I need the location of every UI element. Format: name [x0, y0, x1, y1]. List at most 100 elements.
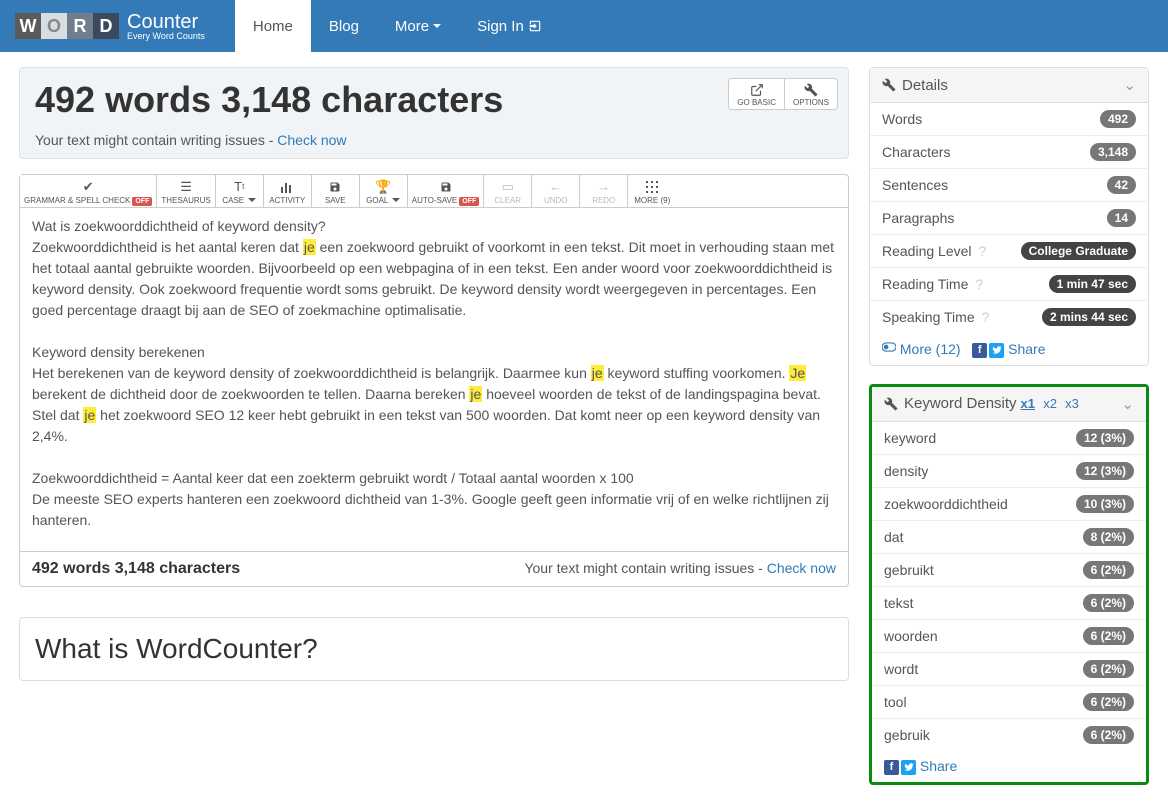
word-char-count: 492 words 3,148 characters: [35, 80, 833, 120]
more-link[interactable]: More (12): [900, 341, 961, 357]
autosave-button[interactable]: AUTO-SAVEOFF: [408, 175, 485, 207]
about-panel: What is WordCounter?: [19, 617, 849, 681]
facebook-icon[interactable]: f: [884, 760, 899, 775]
kd-row: density12 (3%): [872, 455, 1146, 488]
nav-more[interactable]: More: [377, 0, 459, 52]
kd-word: density: [884, 463, 928, 479]
kd-header[interactable]: Keyword Density x1 x2 x3 ⌄: [872, 387, 1146, 422]
count-header: 492 words 3,148 characters GO BASIC OPTI…: [19, 67, 849, 159]
external-icon: [750, 83, 764, 97]
kd-row: wordt6 (2%): [872, 653, 1146, 686]
kd-title: Keyword Density: [904, 395, 1017, 412]
check-now-link[interactable]: Check now: [767, 560, 836, 576]
kd-x3[interactable]: x3: [1065, 396, 1079, 411]
details-label: Reading Level ?: [882, 243, 986, 259]
kd-row: keyword12 (3%): [872, 422, 1146, 455]
keyword-density-panel: Keyword Density x1 x2 x3 ⌄ keyword12 (3%…: [869, 384, 1149, 785]
case-button[interactable]: TtCASE: [216, 175, 264, 207]
facebook-icon[interactable]: f: [972, 343, 987, 358]
wrench-icon: [804, 83, 818, 97]
share-link[interactable]: Share: [1008, 341, 1045, 357]
kd-row: dat8 (2%): [872, 521, 1146, 554]
kd-value-badge: 12 (3%): [1076, 429, 1134, 447]
kd-word: gebruikt: [884, 562, 934, 578]
kd-share-row: f Share: [872, 751, 1146, 782]
save-button[interactable]: SAVE: [312, 175, 360, 207]
editor-toolbar: ✔GRAMMAR & SPELL CHECKOFF ☰THESAURUS TtC…: [19, 174, 849, 207]
details-value-badge: 1 min 47 sec: [1049, 275, 1136, 293]
editor-paragraph: Keyword density berekenen: [32, 342, 836, 363]
kd-value-badge: 6 (2%): [1083, 726, 1134, 744]
kd-value-badge: 6 (2%): [1083, 660, 1134, 678]
details-label: Speaking Time ?: [882, 309, 989, 325]
help-icon[interactable]: ?: [975, 276, 983, 292]
details-label: Sentences: [882, 177, 948, 193]
details-label: Reading Time ?: [882, 276, 983, 292]
case-icon: Tt: [234, 179, 244, 195]
grammar-check-button[interactable]: ✔GRAMMAR & SPELL CHECKOFF: [20, 175, 157, 207]
kd-row: woorden6 (2%): [872, 620, 1146, 653]
more-button[interactable]: MORE (9): [628, 175, 676, 207]
details-value-badge: College Graduate: [1021, 242, 1136, 260]
kd-row: tool6 (2%): [872, 686, 1146, 719]
logo-letter: W: [15, 13, 41, 39]
kd-x1[interactable]: x1: [1021, 396, 1035, 411]
signin-icon: [528, 19, 542, 33]
goal-button[interactable]: 🏆GOAL: [360, 175, 408, 207]
trophy-icon: 🏆: [375, 179, 391, 195]
help-icon[interactable]: ?: [982, 309, 990, 325]
details-row: Words492: [870, 103, 1148, 136]
logo[interactable]: W O R D Counter Every Word Counts: [15, 12, 205, 41]
highlight: je: [303, 239, 316, 255]
kd-value-badge: 8 (2%): [1083, 528, 1134, 546]
logo-subtitle: Every Word Counts: [127, 32, 205, 41]
clear-button[interactable]: ▭CLEAR: [484, 175, 532, 207]
kd-value-badge: 6 (2%): [1083, 627, 1134, 645]
details-row: Reading Time ? 1 min 47 sec: [870, 268, 1148, 301]
details-header[interactable]: Details ⌄: [870, 68, 1148, 103]
logo-letter: O: [41, 13, 67, 39]
help-icon[interactable]: ?: [978, 243, 986, 259]
undo-button[interactable]: ←UNDO: [532, 175, 580, 207]
details-label: Paragraphs: [882, 210, 954, 226]
details-title: Details: [902, 77, 948, 94]
kd-word: zoekwoorddichtheid: [884, 496, 1008, 512]
twitter-icon[interactable]: [901, 760, 916, 775]
activity-button[interactable]: ACTIVITY: [264, 175, 312, 207]
writing-issues-notice: Your text might contain writing issues -…: [35, 132, 833, 148]
redo-button[interactable]: →REDO: [580, 175, 628, 207]
wrench-icon: [884, 397, 898, 411]
editor-paragraph: Wat is zoekwoorddichtheid of keyword den…: [32, 216, 836, 237]
details-more-row: More (12) f Share: [870, 333, 1148, 365]
share-link[interactable]: Share: [920, 758, 957, 774]
highlight: je: [469, 386, 482, 402]
nav-home[interactable]: Home: [235, 0, 311, 52]
book-icon: ☰: [180, 179, 192, 195]
nav-signin[interactable]: Sign In: [459, 0, 560, 52]
autosave-icon: [440, 179, 452, 195]
editor-paragraph: Zoekwoorddichtheid is het aantal keren d…: [32, 237, 836, 321]
check-now-link[interactable]: Check now: [277, 132, 346, 148]
go-basic-button[interactable]: GO BASIC: [728, 78, 784, 110]
details-value-badge: 2 mins 44 sec: [1042, 308, 1136, 326]
off-badge: OFF: [132, 197, 152, 206]
twitter-icon[interactable]: [989, 343, 1004, 358]
details-row: Speaking Time ? 2 mins 44 sec: [870, 301, 1148, 333]
kd-word: tekst: [884, 595, 914, 611]
go-basic-label: GO BASIC: [737, 98, 776, 107]
kd-row: zoekwoorddichtheid 10 (3%): [872, 488, 1146, 521]
chevron-down-icon: ⌄: [1123, 76, 1136, 94]
nav-signin-label: Sign In: [477, 18, 524, 35]
text-editor[interactable]: Wat is zoekwoorddichtheid of keyword den…: [19, 207, 849, 552]
highlight: je: [83, 407, 96, 423]
thesaurus-button[interactable]: ☰THESAURUS: [157, 175, 215, 207]
details-row: Characters3,148: [870, 136, 1148, 169]
editor-footer: 492 words 3,148 characters Your text mig…: [19, 552, 849, 587]
kd-value-badge: 10 (3%): [1076, 495, 1134, 513]
options-button[interactable]: OPTIONS: [784, 78, 838, 110]
nav-blog[interactable]: Blog: [311, 0, 377, 52]
kd-x2[interactable]: x2: [1043, 396, 1057, 411]
save-icon: [329, 179, 341, 195]
options-label: OPTIONS: [793, 98, 829, 107]
grid-icon: [646, 179, 658, 195]
